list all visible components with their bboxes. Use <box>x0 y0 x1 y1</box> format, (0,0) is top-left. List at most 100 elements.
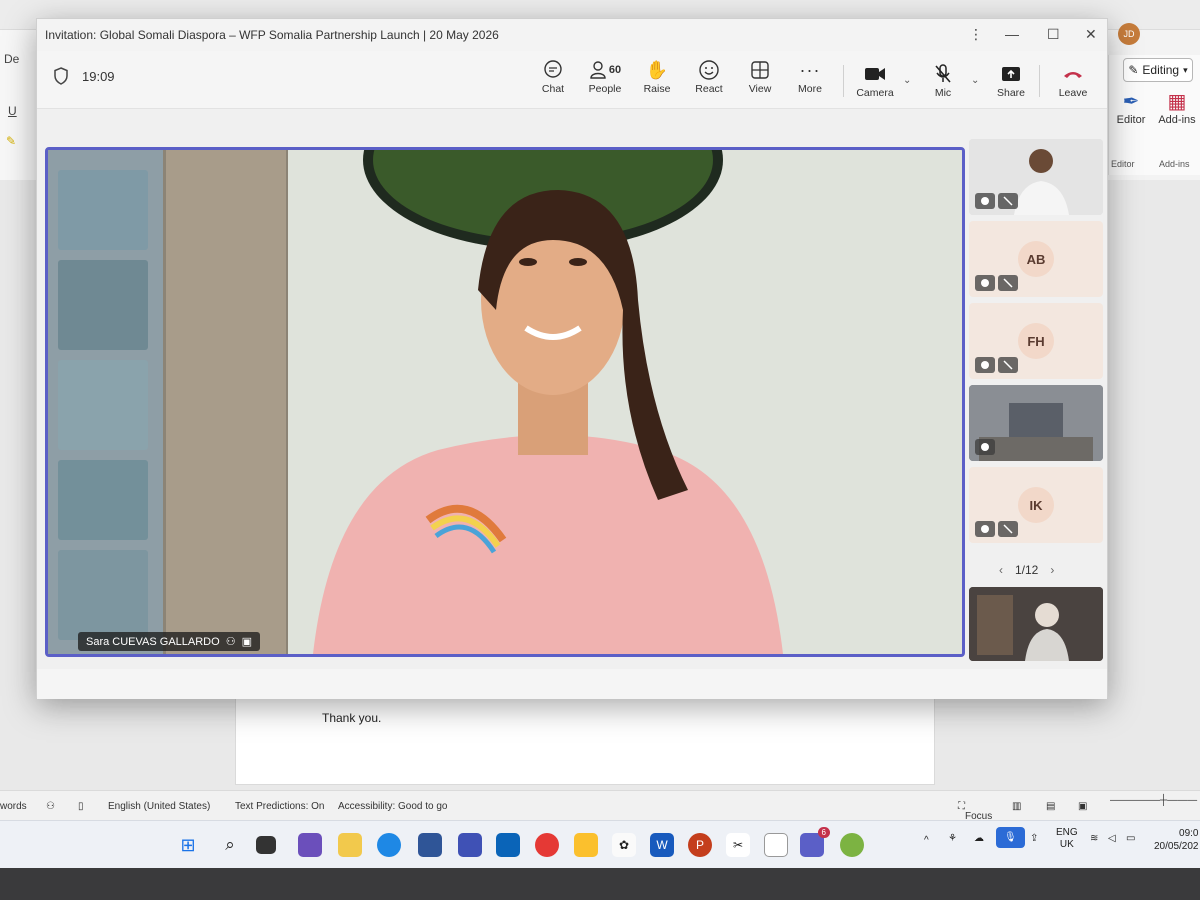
editing-mode-dropdown[interactable]: ✎ Editing ▾ <box>1123 58 1193 82</box>
shield-icon[interactable] <box>53 67 69 90</box>
participant-tile-avatar[interactable]: AB <box>969 221 1103 297</box>
zoom-slider[interactable]: —————┼——— <box>1110 795 1197 806</box>
store-icon[interactable] <box>418 833 442 857</box>
file-explorer-icon[interactable] <box>338 833 362 857</box>
next-page-icon[interactable]: › <box>1050 563 1054 577</box>
minimize-icon[interactable]: — <box>1005 26 1019 42</box>
windows-taskbar: ⊞ ⌕ ✿ W P ✂ 6 ^ ⚘ ☁ 🎙 ⇪ ENG UK ≋ ◁ ▭ 09:… <box>0 820 1200 868</box>
tile-status-badges <box>975 193 1018 209</box>
wifi-icon[interactable]: ≋ <box>1090 833 1098 844</box>
user-avatar[interactable]: JD <box>1118 23 1140 45</box>
participant-tile-avatar[interactable]: FH <box>969 303 1103 379</box>
editor-button[interactable]: ✒ Editor <box>1111 89 1151 126</box>
people-button[interactable]: 60 People <box>579 57 631 95</box>
speaker-video-feed <box>48 150 962 654</box>
close-icon[interactable]: ✕ <box>1085 26 1097 43</box>
snipping-tool-icon[interactable]: ✂ <box>726 833 750 857</box>
book-icon[interactable]: ▯ <box>78 801 84 812</box>
hand-icon: ✋ <box>645 59 669 80</box>
word-icon[interactable]: W <box>650 833 674 857</box>
document-icon[interactable] <box>764 833 788 857</box>
chatgpt-icon[interactable]: ✿ <box>612 833 636 857</box>
tray-icon[interactable]: ⚘ <box>948 833 957 844</box>
speaker-name-tag: Sara CUEVAS GALLARDO ⚇ ▣ <box>78 632 260 651</box>
meeting-titlebar: Invitation: Global Somali Diaspora – WFP… <box>37 19 1107 51</box>
focus-button[interactable]: ⛶ Focus <box>958 801 992 822</box>
mic-muted-icon <box>998 521 1018 537</box>
share-icon <box>985 61 1037 87</box>
tray-icon[interactable]: ☁ <box>974 833 984 844</box>
mic-button[interactable]: Mic <box>917 61 969 99</box>
tile-status-badges <box>975 275 1018 291</box>
participant-initials: IK <box>1018 487 1054 523</box>
underline-button[interactable]: U <box>8 104 17 118</box>
screen: JD De U ✎ Thank you. ✒ Editor ▦ Add-ins … <box>0 0 1200 868</box>
camera-options-chevron-icon[interactable]: ⌄ <box>903 75 911 86</box>
leave-button[interactable]: Leave <box>1047 61 1099 99</box>
search-icon[interactable]: ⌕ <box>218 833 242 857</box>
teams-meeting-window[interactable]: Invitation: Global Somali Diaspora – WFP… <box>36 18 1108 699</box>
view-button[interactable]: View <box>734 57 786 95</box>
start-icon[interactable]: ⊞ <box>176 833 200 857</box>
editor-label: Editor <box>1116 114 1146 126</box>
participant-tile-video[interactable] <box>969 385 1103 461</box>
powerpoint-icon[interactable]: P <box>688 833 712 857</box>
microphone-icon[interactable]: 🎙 <box>996 827 1025 848</box>
participant-tile-avatar[interactable]: IK <box>969 467 1103 543</box>
highlight-icon[interactable]: ✎ <box>6 134 16 148</box>
tray-icon[interactable]: ⇪ <box>1030 833 1038 844</box>
previous-page-icon[interactable]: ‹ <box>999 563 1003 577</box>
sticky-notes-icon[interactable] <box>574 833 598 857</box>
keyboard-layout: UK <box>1059 839 1074 850</box>
accessibility-status[interactable]: Accessibility: Good to go <box>338 801 448 812</box>
text-predictions-status[interactable]: Text Predictions: On <box>235 801 324 812</box>
ribbon-tab-fragment[interactable]: De <box>4 52 19 66</box>
share-button[interactable]: Share <box>985 61 1037 99</box>
volume-icon[interactable]: ◁ <box>1108 833 1116 844</box>
outlook-icon[interactable] <box>496 833 520 857</box>
screen-share-icon: ▣ <box>241 636 252 648</box>
web-layout-icon[interactable]: ▣ <box>1078 801 1087 812</box>
clock[interactable]: 09:0 20/05/202 <box>1154 827 1199 853</box>
raise-hand-button[interactable]: ✋ Raise <box>631 57 683 96</box>
participant-gallery: AB FH IK ‹ 1/12 › <box>965 139 1105 669</box>
participant-tile-video[interactable] <box>969 139 1103 215</box>
app-icon[interactable] <box>298 833 322 857</box>
hang-up-icon <box>1047 61 1099 87</box>
editor-icon: ✒ <box>1122 91 1140 113</box>
chrome-icon[interactable] <box>535 833 559 857</box>
mic-options-chevron-icon[interactable]: ⌄ <box>971 75 979 86</box>
participant-icon: ⚇ <box>225 636 236 648</box>
maximize-icon[interactable]: ☐ <box>1047 26 1060 43</box>
people-label: People <box>588 83 622 95</box>
camera-button[interactable]: Camera <box>849 61 901 99</box>
proofing-icon[interactable]: ⚇ <box>46 801 55 812</box>
smiley-icon <box>683 57 735 83</box>
addins-button[interactable]: ▦ Add-ins <box>1155 89 1199 126</box>
app-icon[interactable] <box>458 833 482 857</box>
language-indicator[interactable]: ENG UK <box>1056 827 1078 851</box>
self-view-tile[interactable] <box>969 587 1103 661</box>
people-icon: 60 <box>579 57 631 83</box>
word-ribbon-left: De U ✎ <box>0 30 40 180</box>
react-button[interactable]: React <box>683 57 735 95</box>
task-view-icon[interactable] <box>256 836 276 854</box>
react-label: React <box>695 83 723 95</box>
camera-icon <box>849 61 901 87</box>
battery-icon[interactable]: ▭ <box>1126 833 1135 844</box>
read-mode-icon[interactable]: ▥ <box>1012 801 1021 812</box>
edge-icon[interactable] <box>377 833 401 857</box>
print-layout-icon[interactable]: ▤ <box>1046 801 1055 812</box>
chat-button[interactable]: Chat <box>527 57 579 95</box>
more-button[interactable]: ··· More <box>784 57 836 96</box>
language-status[interactable]: English (United States) <box>108 801 210 812</box>
active-speaker-video[interactable]: Sara CUEVAS GALLARDO ⚇ ▣ <box>45 147 965 657</box>
more-options-icon[interactable]: ⋮ <box>969 26 983 43</box>
word-count[interactable]: words <box>0 801 27 812</box>
chevron-up-icon[interactable]: ^ <box>924 835 929 846</box>
view-label: View <box>748 83 772 95</box>
app-icon[interactable] <box>840 833 864 857</box>
teams-icon[interactable]: 6 <box>800 827 830 857</box>
speaker-name: Sara CUEVAS GALLARDO <box>86 635 220 648</box>
self-video-feed <box>969 587 1103 661</box>
